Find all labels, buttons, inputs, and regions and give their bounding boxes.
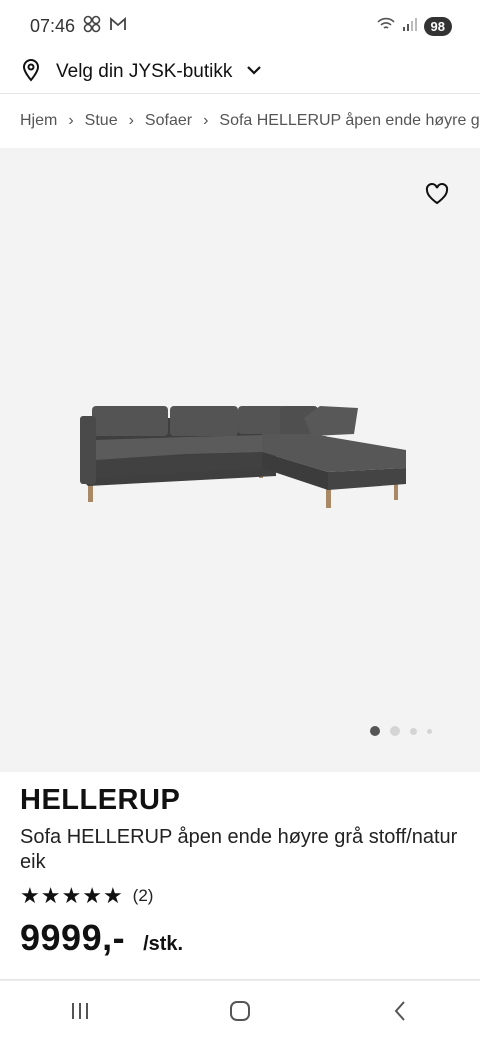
back-icon [394, 1001, 405, 1021]
status-left: 07:46 [30, 15, 127, 38]
breadcrumb-home[interactable]: Hjem [20, 112, 57, 130]
star-icon: ★ [102, 883, 123, 908]
recents-button[interactable] [50, 986, 110, 1036]
breadcrumb: Hjem › Stue › Sofaer › Sofa HELLERUP åpe… [0, 94, 480, 148]
gmail-icon [109, 16, 127, 37]
chevron-right-icon: › [68, 112, 74, 129]
star-icon: ★ [20, 883, 40, 908]
system-navigation-bar [0, 980, 480, 1041]
star-icon: ★ [61, 883, 82, 908]
gallery-pagination [370, 726, 432, 736]
battery-indicator: 98 [423, 16, 452, 36]
product-description: Sofa HELLERUP åpen ende høyre grå stoff/… [20, 826, 458, 873]
price-unit: /stk. [143, 933, 184, 955]
rating-count: (2) [132, 886, 154, 905]
status-bar: 07:46 98 [0, 0, 480, 52]
breadcrumb-stue[interactable]: Stue [85, 112, 118, 130]
pinwheel-icon [83, 15, 101, 38]
pagination-dot[interactable] [370, 726, 380, 736]
pagination-dot[interactable] [390, 726, 400, 736]
pagination-dot[interactable] [410, 727, 417, 735]
product-brand: HELLERUP [20, 784, 181, 816]
signal-icon [402, 17, 418, 36]
pagination-dot[interactable] [427, 728, 432, 734]
status-right: 98 [376, 16, 452, 37]
breadcrumb-sofaer[interactable]: Sofaer [145, 112, 192, 130]
home-icon [230, 1001, 250, 1021]
wifi-icon [376, 16, 396, 37]
product-info: HELLERUP Sofa HELLERUP åpen ende høyre g… [20, 772, 460, 959]
chevron-right-icon: › [203, 112, 209, 129]
product-image-gallery[interactable] [0, 148, 480, 772]
star-icon: ★ [82, 883, 102, 908]
product-price: 9999,- [20, 917, 126, 958]
chevron-right-icon: › [128, 112, 134, 129]
breadcrumb-current: Sofa HELLERUP åpen ende høyre gr [219, 112, 480, 129]
location-pin-icon [20, 58, 42, 87]
price-row: 9999,- /stk. [20, 917, 460, 959]
heart-icon[interactable] [424, 182, 450, 208]
chevron-down-icon [246, 63, 262, 81]
back-button[interactable] [370, 986, 430, 1036]
home-button[interactable] [210, 986, 270, 1036]
sofa-image [80, 406, 406, 508]
star-icon: ★ [40, 883, 61, 908]
product-rating[interactable]: ★ ★ ★ ★ ★ (2) [20, 885, 460, 907]
recents-icon [72, 1003, 88, 1019]
store-selector[interactable]: Velg din JYSK-butikk [0, 52, 480, 92]
rating-stars: ★ ★ ★ ★ ★ [20, 885, 123, 907]
store-selector-label: Velg din JYSK-butikk [56, 61, 233, 82]
status-time: 07:46 [30, 15, 76, 36]
